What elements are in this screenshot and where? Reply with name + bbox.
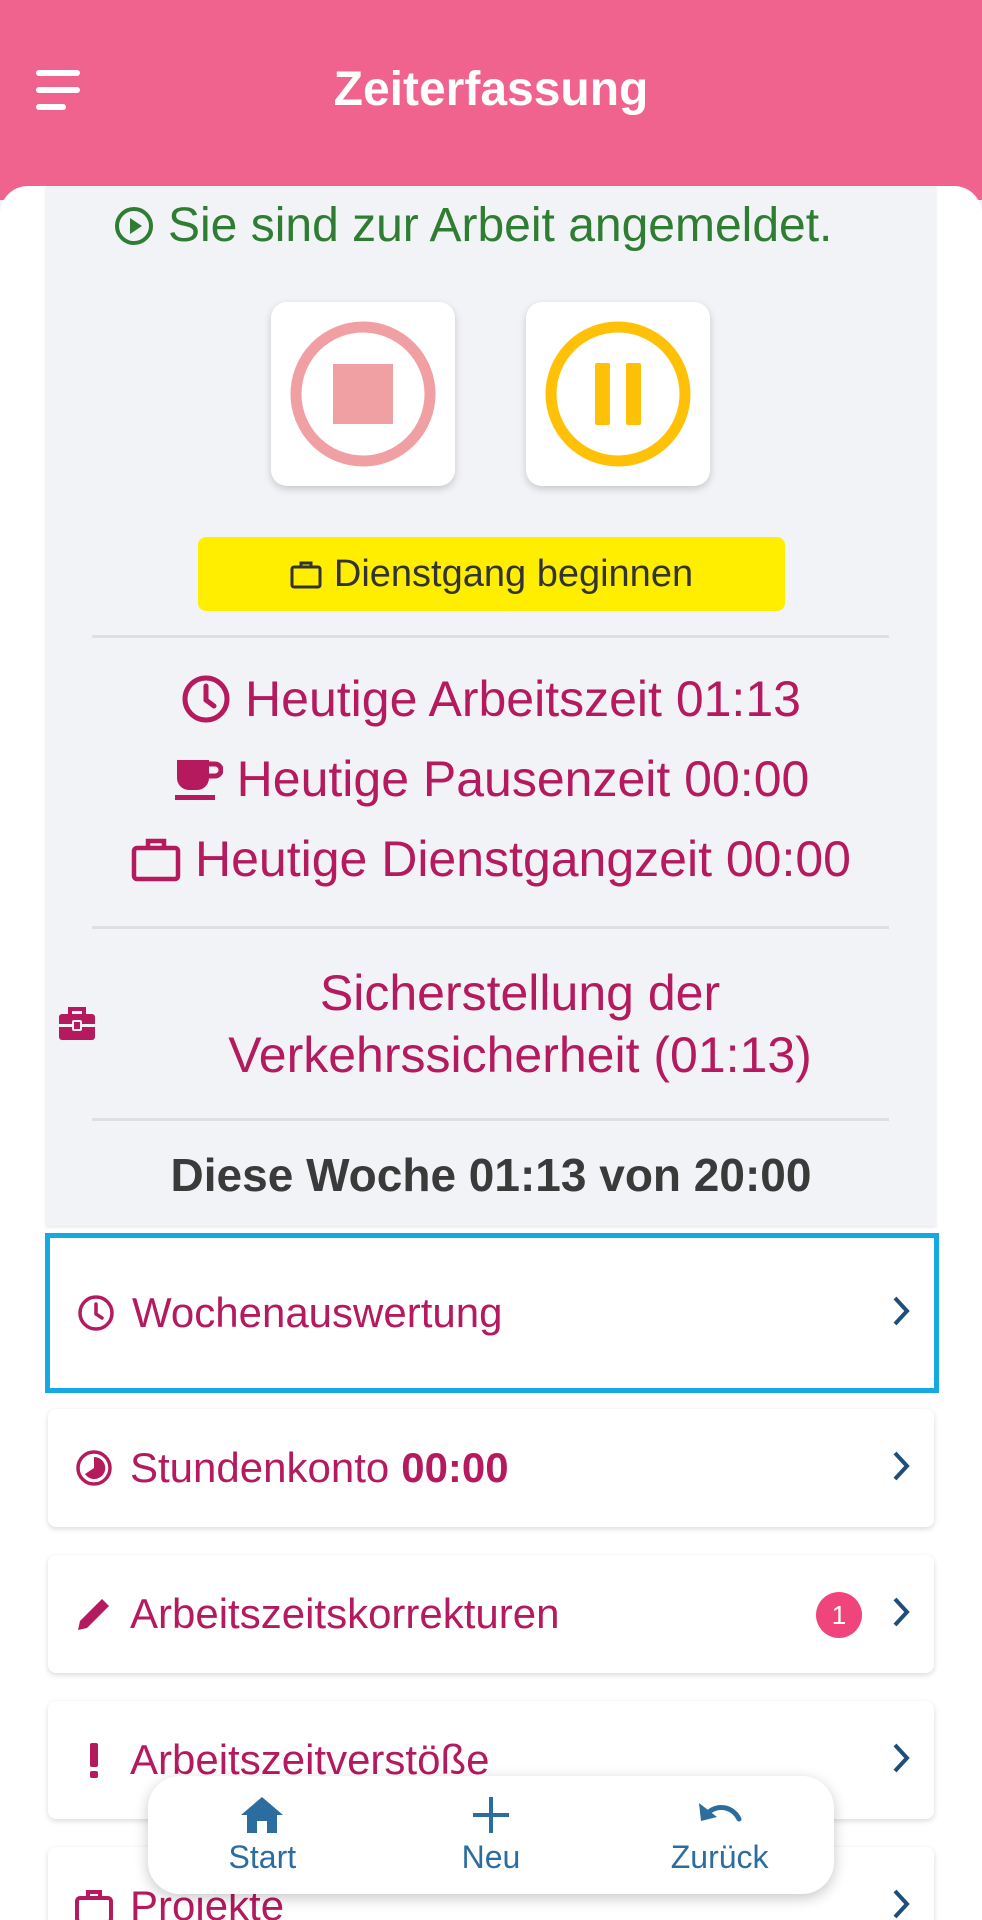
notification-badge: 1 <box>816 1592 862 1638</box>
exclamation-icon <box>74 1740 120 1780</box>
pencil-icon <box>74 1594 120 1634</box>
menu-item-label: Wochenauswertung <box>132 1289 503 1336</box>
bottom-navigation: Start Neu Zurück <box>148 1776 834 1894</box>
menu-item-time-corrections[interactable]: Arbeitszeitskorrekturen 1 <box>48 1555 934 1673</box>
app-title: Zeiterfassung <box>333 63 649 116</box>
errand-time-stat: Heutige Dienstgangzeit 00:00 <box>46 830 936 888</box>
nav-new-label: Neu <box>461 1838 521 1875</box>
briefcase-outline-icon <box>131 838 181 882</box>
home-icon <box>241 1796 284 1833</box>
signed-in-status: Sie sind zur Arbeit angemeldet. <box>114 198 832 253</box>
pause-button[interactable] <box>526 302 710 486</box>
briefcase-outline-icon <box>290 561 322 589</box>
hours-balance-value: 00:00 <box>401 1444 509 1491</box>
start-errand-button[interactable]: Dienstgang beginnen <box>198 537 785 611</box>
stop-icon <box>290 321 436 467</box>
break-time-stat: Heutige Pausenzeit 00:00 <box>46 750 936 808</box>
pause-icon <box>545 321 691 467</box>
briefcase-icon <box>74 1886 120 1920</box>
work-time-stat: Heutige Arbeitszeit 01:13 <box>46 670 936 728</box>
start-errand-label: Dienstgang beginnen <box>333 552 694 595</box>
app-bar: Zeiterfassung <box>0 0 982 200</box>
divider <box>92 926 889 929</box>
menu-item-label: Stundenkonto <box>130 1444 390 1491</box>
toolbox-icon <box>59 1007 95 1040</box>
nav-start[interactable]: Start <box>162 1795 362 1876</box>
clock-icon <box>182 675 230 723</box>
active-project: Sicherstellung der Verkehrssicherheit (0… <box>228 965 812 1083</box>
coffee-cup-icon <box>174 760 223 800</box>
chevron-right-icon <box>893 1451 910 1481</box>
chevron-right-icon <box>893 1597 910 1627</box>
undo-icon <box>698 1802 742 1821</box>
break-time-text: Heutige Pausenzeit 00:00 <box>236 751 810 807</box>
nav-back[interactable]: Zurück <box>620 1795 820 1876</box>
divider <box>92 1118 889 1121</box>
nav-new[interactable]: Neu <box>391 1795 591 1876</box>
chevron-right-icon <box>893 1743 910 1773</box>
nav-start-label: Start <box>228 1838 297 1875</box>
divider <box>92 635 889 638</box>
clock-icon <box>76 1293 122 1333</box>
week-summary: Diese Woche 01:13 von 20:00 <box>170 1149 812 1201</box>
pie-icon <box>74 1448 120 1488</box>
chevron-right-icon <box>893 1889 910 1919</box>
signed-in-text: Sie sind zur Arbeit angemeldet. <box>168 199 833 252</box>
menu-item-label: Arbeitszeitskorrekturen <box>130 1590 560 1637</box>
menu-item-weekly-report[interactable]: Wochenauswertung <box>45 1233 939 1393</box>
plus-icon <box>472 1796 509 1833</box>
play-circle-icon <box>115 206 153 245</box>
work-time-text: Heutige Arbeitszeit 01:13 <box>245 671 801 727</box>
menu-item-hours-account[interactable]: Stundenkonto 00:00 <box>48 1409 934 1527</box>
errand-time-text: Heutige Dienstgangzeit 00:00 <box>194 831 851 887</box>
chevron-right-icon <box>893 1296 910 1326</box>
stop-button[interactable] <box>271 302 455 486</box>
nav-back-label: Zurück <box>670 1838 769 1875</box>
